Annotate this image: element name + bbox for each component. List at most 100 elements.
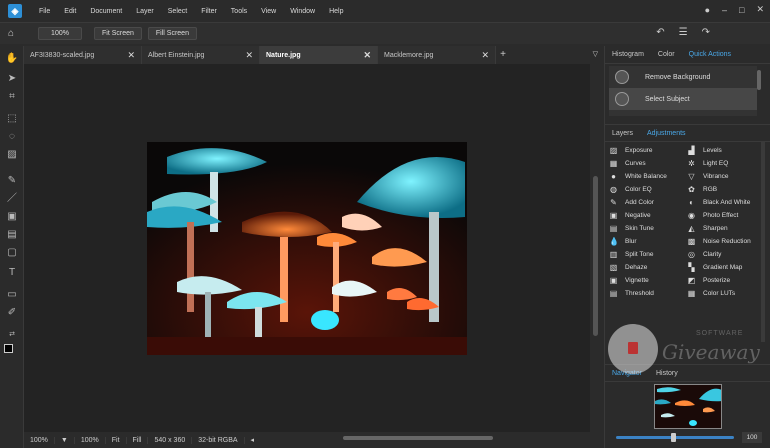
adj-white-balance[interactable]: ● White Balance bbox=[609, 172, 687, 181]
status-zoom[interactable]: 100% bbox=[24, 436, 55, 444]
doc-tab[interactable]: AF3I3830-scaled.jpg ✕ bbox=[24, 46, 142, 64]
adj-skin-tune[interactable]: ▤ Skin Tune bbox=[609, 224, 687, 233]
menu-filter[interactable]: Filter bbox=[194, 8, 224, 15]
menu-file[interactable]: File bbox=[32, 8, 57, 15]
tab-layers[interactable]: Layers bbox=[605, 130, 640, 137]
horizontal-scrollbar[interactable] bbox=[343, 436, 493, 440]
doc-tab-active[interactable]: Nature.jpg ✕ bbox=[260, 46, 378, 64]
zoom-dropdown-icon[interactable]: ▼ bbox=[55, 436, 75, 444]
zoom-field[interactable]: 100% bbox=[38, 27, 82, 40]
adj-vibrance[interactable]: ▽ Vibrance bbox=[687, 172, 765, 181]
qa-scroll-thumb[interactable] bbox=[757, 70, 761, 90]
stamp-icon[interactable]: ▣ bbox=[5, 210, 19, 224]
move-tool-icon[interactable]: ➤ bbox=[5, 72, 19, 86]
adj-label: Photo Effect bbox=[703, 212, 739, 219]
doc-tab[interactable]: Macklemore.jpg ✕ bbox=[378, 46, 496, 64]
adj-split-tone[interactable]: ▥ Split Tone bbox=[609, 250, 687, 259]
adj-color-eq[interactable]: ◍ Color EQ bbox=[609, 185, 687, 194]
slider-knob[interactable] bbox=[671, 433, 676, 442]
navigator-zoom-value[interactable]: 100 bbox=[742, 432, 762, 443]
foreground-color[interactable] bbox=[4, 344, 13, 353]
tabs-dropdown-icon[interactable]: ▽ bbox=[593, 50, 598, 58]
eyedropper-icon[interactable]: ✎ bbox=[5, 174, 19, 188]
menu-select[interactable]: Select bbox=[161, 8, 194, 15]
account-icon[interactable]: ● bbox=[705, 5, 710, 15]
status-fill-button[interactable]: Fill bbox=[127, 436, 149, 444]
hand-tool-icon[interactable]: ✋ bbox=[5, 52, 19, 66]
tab-histogram[interactable]: Histogram bbox=[605, 51, 651, 58]
canvas-area[interactable] bbox=[24, 64, 590, 432]
menu-edit[interactable]: Edit bbox=[57, 8, 83, 15]
scroll-thumb[interactable] bbox=[593, 176, 598, 336]
maximize-icon[interactable]: □ bbox=[739, 5, 744, 15]
brush-icon[interactable]: ／ bbox=[5, 192, 19, 206]
menu-layer[interactable]: Layer bbox=[129, 8, 161, 15]
menu-window[interactable]: Window bbox=[283, 8, 322, 15]
select-subject-action[interactable]: Select Subject bbox=[609, 88, 757, 110]
blur-icon: 💧 bbox=[609, 237, 619, 246]
adj-photo-effect[interactable]: ◉ Photo Effect bbox=[687, 211, 765, 220]
adj-vignette[interactable]: ▣ Vignette bbox=[609, 276, 687, 285]
adj-levels[interactable]: ▟ Levels bbox=[687, 146, 765, 155]
crop-tool-icon[interactable]: ⌗ bbox=[5, 90, 19, 104]
adj-noise-reduction[interactable]: ▩ Noise Reduction bbox=[687, 237, 765, 246]
adj-rgb[interactable]: ✿ RGB bbox=[687, 185, 765, 194]
tab-adjustments[interactable]: Adjustments bbox=[640, 130, 693, 137]
adj-sharpen[interactable]: ◭ Sharpen bbox=[687, 224, 765, 233]
minimize-icon[interactable]: – bbox=[722, 5, 727, 15]
menu-view[interactable]: View bbox=[254, 8, 283, 15]
status-fit-button[interactable]: Fit bbox=[106, 436, 127, 444]
menu-lines-icon[interactable]: ☰ bbox=[679, 27, 688, 38]
home-icon[interactable]: ⌂ bbox=[0, 28, 22, 39]
close-tab-icon[interactable]: ✕ bbox=[363, 50, 371, 61]
magic-select-icon[interactable]: ▨ bbox=[5, 148, 19, 162]
doc-tab[interactable]: Albert Einstein.jpg ✕ bbox=[142, 46, 260, 64]
redo-icon[interactable]: ↷ bbox=[702, 27, 710, 38]
scroll-left-icon[interactable]: ◂ bbox=[245, 436, 261, 444]
fill-screen-button[interactable]: Fill Screen bbox=[147, 27, 197, 40]
adj-black-white[interactable]: ◐ Black And White bbox=[687, 198, 765, 207]
adj-negative[interactable]: ▣ Negative bbox=[609, 211, 687, 220]
close-tab-icon[interactable]: ✕ bbox=[127, 50, 135, 61]
fill-tool-icon[interactable]: ▤ bbox=[5, 228, 19, 242]
close-tab-icon[interactable]: ✕ bbox=[245, 50, 253, 61]
toolbar: ⌂ 100% Fit Screen Fill Screen ↶ ☰ ↷ bbox=[0, 22, 770, 44]
shape-tool-icon[interactable]: ▢ bbox=[5, 246, 19, 260]
adj-add-color[interactable]: ✎ Add Color bbox=[609, 198, 687, 207]
marquee-tool-icon[interactable]: ⬚ bbox=[5, 112, 19, 126]
lasso-tool-icon[interactable]: ◌ bbox=[5, 130, 19, 144]
close-tab-icon[interactable]: ✕ bbox=[481, 50, 489, 61]
remove-background-action[interactable]: Remove Background bbox=[609, 66, 757, 88]
menu-help[interactable]: Help bbox=[322, 8, 350, 15]
adj-blur[interactable]: 💧 Blur bbox=[609, 237, 687, 246]
add-tab-icon[interactable]: + bbox=[496, 46, 510, 64]
menu-document[interactable]: Document bbox=[83, 8, 129, 15]
adj-gradient-map[interactable]: ▚ Gradient Map bbox=[687, 263, 765, 272]
fit-screen-button[interactable]: Fit Screen bbox=[94, 27, 142, 40]
adj-threshold[interactable]: ▤ Threshold bbox=[609, 289, 687, 298]
tab-history[interactable]: History bbox=[649, 370, 685, 377]
text-tool-icon[interactable]: T bbox=[5, 266, 19, 280]
adj-curves[interactable]: ▦ Curves bbox=[609, 159, 687, 168]
swap-colors-icon[interactable]: ⇄ bbox=[5, 328, 19, 342]
adj-light-eq[interactable]: ✲ Light EQ bbox=[687, 159, 765, 168]
tab-color[interactable]: Color bbox=[651, 51, 682, 58]
light-eq-icon: ✲ bbox=[688, 159, 695, 168]
tab-quick-actions[interactable]: Quick Actions bbox=[682, 51, 738, 58]
adj-clarity[interactable]: ◎ Clarity bbox=[687, 250, 765, 259]
pen-tool-icon[interactable]: ✐ bbox=[5, 306, 19, 320]
status-zoom2[interactable]: 100% bbox=[75, 436, 106, 444]
menu-tools[interactable]: Tools bbox=[224, 8, 254, 15]
adj-exposure[interactable]: ▨ Exposure bbox=[609, 146, 687, 155]
adj-posterize[interactable]: ◩ Posterize bbox=[687, 276, 765, 285]
navigator-zoom-slider[interactable] bbox=[616, 433, 734, 442]
navigator-thumbnail[interactable] bbox=[654, 384, 722, 429]
adj-color-luts[interactable]: ▦ Color LUTs bbox=[687, 289, 765, 298]
vertical-scrollbar[interactable] bbox=[590, 64, 602, 432]
adj-label: Skin Tune bbox=[625, 225, 654, 232]
adjustments-scrollbar[interactable] bbox=[761, 142, 765, 342]
eraser-icon[interactable]: ▭ bbox=[5, 288, 19, 302]
adj-dehaze[interactable]: ▧ Dehaze bbox=[609, 263, 687, 272]
close-window-icon[interactable]: ✕ bbox=[756, 4, 764, 15]
undo-icon[interactable]: ↶ bbox=[656, 27, 664, 38]
